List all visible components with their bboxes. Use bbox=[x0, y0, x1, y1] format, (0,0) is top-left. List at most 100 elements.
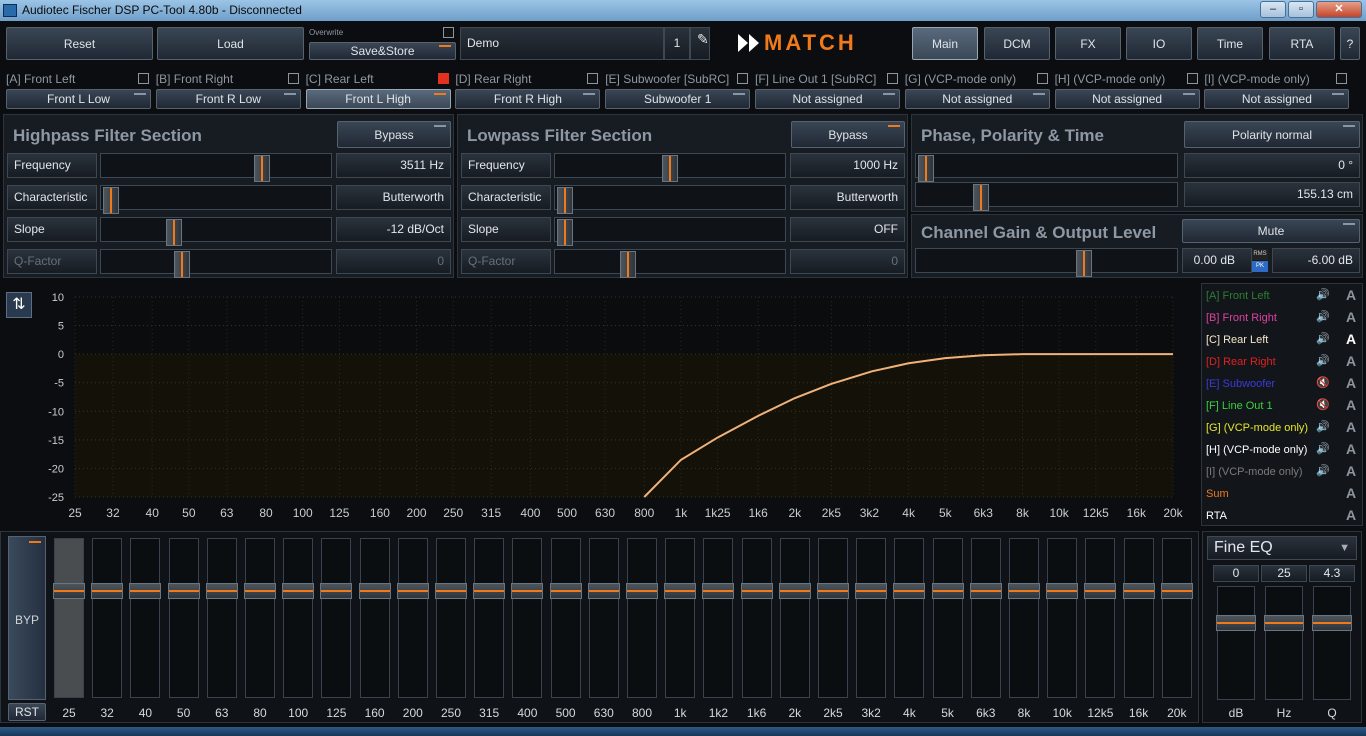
eq-band-slider-9[interactable] bbox=[396, 538, 429, 698]
speaker-icon[interactable]: 🔊 bbox=[1316, 464, 1330, 477]
eq-band-handle-20[interactable] bbox=[817, 583, 849, 599]
legend-item-7[interactable]: [H] (VCP-mode only) bbox=[1206, 442, 1307, 458]
eq-band-handle-11[interactable] bbox=[473, 583, 506, 599]
speaker-icon[interactable]: 🔊 bbox=[1316, 288, 1330, 301]
edit-preset-icon[interactable]: ✎ bbox=[690, 27, 710, 60]
lowpass-slider-0[interactable] bbox=[554, 153, 786, 182]
time-slider[interactable] bbox=[915, 182, 1178, 211]
tab-time[interactable]: Time bbox=[1197, 27, 1263, 60]
eq-band-slider-27[interactable] bbox=[1084, 538, 1117, 698]
fine-eq-handle-1[interactable] bbox=[1264, 615, 1304, 631]
eq-band-handle-29[interactable] bbox=[1160, 583, 1193, 599]
eq-band-slider-0[interactable] bbox=[53, 538, 85, 698]
highpass-slider-1[interactable] bbox=[100, 185, 332, 214]
curve-visibility-icon[interactable]: A bbox=[1346, 331, 1356, 347]
minimize-button[interactable]: ‒ bbox=[1260, 1, 1286, 18]
eq-band-slider-26[interactable] bbox=[1046, 538, 1079, 698]
eq-band-handle-1[interactable] bbox=[91, 583, 124, 599]
eq-band-handle-26[interactable] bbox=[1046, 583, 1079, 599]
eq-band-slider-29[interactable] bbox=[1160, 538, 1193, 698]
eq-band-handle-15[interactable] bbox=[626, 583, 658, 599]
eq-band-slider-25[interactable] bbox=[1008, 538, 1040, 698]
eq-band-handle-10[interactable] bbox=[435, 583, 467, 599]
eq-band-handle-5[interactable] bbox=[244, 583, 276, 599]
eq-band-handle-16[interactable] bbox=[664, 583, 697, 599]
tab-main[interactable]: Main bbox=[912, 27, 978, 60]
eq-band-slider-17[interactable] bbox=[702, 538, 735, 698]
eq-band-slider-21[interactable] bbox=[855, 538, 888, 698]
legend-item-3[interactable]: [D] Rear Right bbox=[1206, 354, 1276, 370]
curve-visibility-icon[interactable]: A bbox=[1346, 463, 1356, 479]
curve-visibility-icon[interactable]: A bbox=[1346, 309, 1356, 325]
channel-assign-7[interactable]: Not assigned bbox=[1054, 89, 1200, 109]
eq-band-handle-8[interactable] bbox=[358, 583, 391, 599]
highpass-slider-3[interactable] bbox=[100, 249, 332, 278]
channel-checkbox-4[interactable] bbox=[737, 73, 749, 84]
speaker-muted-icon[interactable]: 🔇 bbox=[1316, 376, 1330, 389]
tab-io[interactable]: IO bbox=[1126, 27, 1192, 60]
channel-assign-8[interactable]: Not assigned bbox=[1204, 89, 1350, 109]
eq-band-handle-12[interactable] bbox=[511, 583, 544, 599]
eq-band-slider-18[interactable] bbox=[740, 538, 773, 698]
fine-eq-handle-0[interactable] bbox=[1216, 615, 1256, 631]
eq-band-slider-28[interactable] bbox=[1122, 538, 1155, 698]
eq-band-slider-22[interactable] bbox=[893, 538, 926, 698]
mute-button[interactable]: Mute bbox=[1182, 219, 1360, 243]
fine-eq-handle-2[interactable] bbox=[1312, 615, 1352, 631]
curve-visibility-icon[interactable]: A bbox=[1346, 397, 1356, 413]
highpass-bypass-button[interactable]: Bypass bbox=[337, 121, 451, 148]
speaker-muted-icon[interactable]: 🔇 bbox=[1316, 398, 1330, 411]
channel-checkbox-6[interactable] bbox=[1036, 73, 1048, 84]
fine-eq-value-0[interactable]: 0 bbox=[1213, 565, 1259, 582]
help-button[interactable]: ? bbox=[1340, 27, 1360, 60]
eq-band-slider-11[interactable] bbox=[473, 538, 506, 698]
curve-visibility-icon[interactable]: A bbox=[1346, 441, 1356, 457]
load-button[interactable]: Load bbox=[157, 27, 304, 60]
fine-eq-value-2[interactable]: 4.3 bbox=[1309, 565, 1355, 582]
eq-band-handle-23[interactable] bbox=[931, 583, 964, 599]
lowpass-slider-3[interactable] bbox=[554, 249, 786, 278]
legend-item-8[interactable]: [I] (VCP-mode only) bbox=[1206, 464, 1303, 480]
phase-slider-handle[interactable] bbox=[918, 155, 934, 182]
fine-eq-dropdown[interactable]: Fine EQ ▼ bbox=[1207, 536, 1357, 560]
curve-visibility-icon[interactable]: A bbox=[1346, 375, 1356, 391]
rms-pk-toggle[interactable]: RMS PK bbox=[1252, 249, 1268, 273]
eq-reset-button[interactable]: RST bbox=[8, 703, 46, 721]
phase-slider[interactable] bbox=[915, 153, 1178, 182]
legend-item-5[interactable]: [F] Line Out 1 bbox=[1206, 398, 1273, 414]
fine-eq-value-1[interactable]: 25 bbox=[1261, 565, 1307, 582]
maximize-button[interactable]: ▫ bbox=[1288, 1, 1314, 18]
eq-band-handle-13[interactable] bbox=[549, 583, 582, 599]
highpass-slider-handle-1[interactable] bbox=[103, 187, 119, 214]
eq-band-handle-3[interactable] bbox=[167, 583, 200, 599]
eq-band-slider-15[interactable] bbox=[626, 538, 658, 698]
channel-checkbox-0[interactable] bbox=[138, 73, 149, 84]
eq-band-slider-2[interactable] bbox=[129, 538, 162, 698]
eq-band-slider-20[interactable] bbox=[817, 538, 849, 698]
curve-visibility-icon[interactable]: A bbox=[1346, 287, 1356, 303]
channel-checkbox-8[interactable] bbox=[1336, 73, 1348, 84]
eq-band-slider-5[interactable] bbox=[244, 538, 276, 698]
eq-band-slider-1[interactable] bbox=[91, 538, 124, 698]
fine-eq-slider-1[interactable] bbox=[1264, 586, 1304, 700]
channel-assign-6[interactable]: Not assigned bbox=[904, 89, 1050, 109]
preset-number[interactable]: 1 bbox=[664, 27, 690, 60]
eq-band-handle-7[interactable] bbox=[320, 583, 353, 599]
speaker-icon[interactable]: 🔊 bbox=[1316, 420, 1330, 433]
eq-band-handle-25[interactable] bbox=[1008, 583, 1040, 599]
lowpass-slider-handle-0[interactable] bbox=[662, 155, 678, 182]
lowpass-slider-handle-3[interactable] bbox=[620, 251, 636, 278]
channel-assign-2[interactable]: Front L High bbox=[305, 89, 451, 109]
eq-band-handle-28[interactable] bbox=[1122, 583, 1155, 599]
legend-item-4[interactable]: [E] Subwoofer bbox=[1206, 376, 1275, 392]
lowpass-bypass-button[interactable]: Bypass bbox=[791, 121, 905, 148]
overwrite-checkbox[interactable] bbox=[443, 27, 454, 38]
time-slider-handle[interactable] bbox=[973, 184, 990, 211]
curve-visibility-icon[interactable]: A bbox=[1346, 419, 1356, 435]
highpass-slider-handle-2[interactable] bbox=[166, 219, 182, 246]
eq-band-handle-4[interactable] bbox=[205, 583, 238, 599]
curve-visibility-icon[interactable]: A bbox=[1346, 353, 1356, 369]
eq-band-slider-23[interactable] bbox=[931, 538, 964, 698]
lowpass-slider-1[interactable] bbox=[554, 185, 786, 214]
channel-assign-0[interactable]: Front L Low bbox=[6, 89, 151, 109]
